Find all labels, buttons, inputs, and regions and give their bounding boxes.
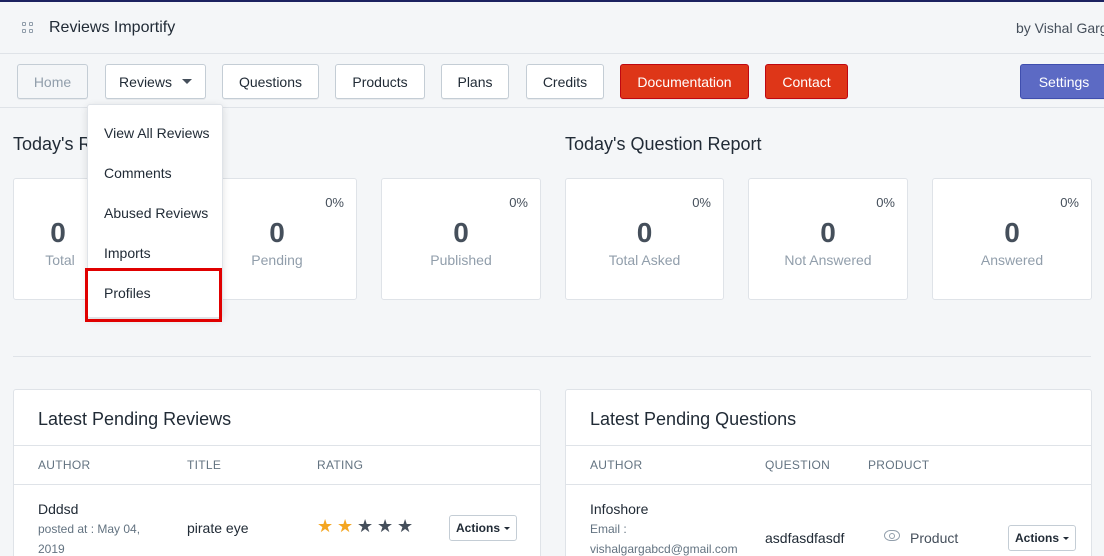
star-icon: ★: [317, 516, 334, 536]
settings-button[interactable]: Settings: [1020, 64, 1104, 99]
menu-item-imports[interactable]: Imports: [104, 245, 151, 261]
stat-value: 0: [453, 217, 469, 248]
documentation-button[interactable]: Documentation: [620, 64, 749, 99]
apps-grid-icon[interactable]: [22, 22, 34, 34]
question-author: Infoshore: [590, 501, 649, 517]
reviews-menu-button[interactable]: Reviews: [105, 64, 206, 99]
question-report-title: Today's Question Report: [565, 134, 762, 154]
main-nav: Home Reviews Questions Products Plans Cr…: [0, 54, 1104, 108]
plans-button[interactable]: Plans: [441, 64, 509, 99]
caret-down-icon: [1063, 536, 1069, 540]
stat-percent: 0%: [876, 195, 895, 210]
stat-card-answered: 0% 0 Answered: [932, 178, 1092, 300]
pending-reviews-panel: Latest Pending Reviews AUTHOR TITLE RATI…: [13, 389, 541, 556]
question-email: vishalgargabcd@gmail.com: [590, 542, 738, 556]
credits-button[interactable]: Credits: [526, 64, 604, 99]
eye-icon[interactable]: [884, 530, 900, 541]
stat-card-published-reviews: 0% 0 Published: [381, 178, 541, 300]
caret-down-icon: [504, 526, 510, 530]
star-icon: ★: [377, 516, 394, 536]
questions-button[interactable]: Questions: [222, 64, 319, 99]
section-divider: [13, 356, 1091, 357]
star-icon: ★: [357, 516, 374, 536]
app-byline: by Vishal Garg: [1016, 20, 1104, 36]
stat-value: 0: [636, 217, 653, 248]
caret-down-icon: [181, 79, 192, 84]
panel-divider: [566, 484, 1091, 485]
profiles-highlight-box: [85, 268, 222, 322]
app-header: Reviews Importify by Vishal Garg: [0, 2, 1104, 54]
stat-value: 0: [1004, 217, 1020, 248]
stat-card-not-answered: 0% 0 Not Answered: [748, 178, 908, 300]
panel-divider: [14, 445, 540, 446]
app-title: Reviews Importify: [49, 19, 176, 36]
column-header-author[interactable]: AUTHOR: [38, 458, 90, 472]
review-author: Dddsd: [38, 501, 79, 517]
stat-label: Not Answered: [784, 252, 872, 268]
pending-reviews-title: Latest Pending Reviews: [38, 409, 232, 429]
review-title[interactable]: pirate eye: [187, 520, 248, 536]
column-header-product[interactable]: PRODUCT: [868, 458, 929, 472]
question-product-link[interactable]: Product: [910, 530, 958, 546]
stat-label: Total Asked: [608, 252, 681, 268]
menu-item-comments[interactable]: Comments: [104, 165, 172, 181]
question-text[interactable]: asdfasdfasdf: [765, 530, 844, 546]
review-actions-button[interactable]: Actions: [449, 515, 517, 541]
menu-item-abused-reviews[interactable]: Abused Reviews: [104, 205, 208, 221]
star-icon: ★: [337, 516, 354, 536]
stat-label: Published: [430, 252, 492, 268]
question-email-label: Email :: [590, 522, 627, 536]
star-icon: ★: [397, 516, 414, 536]
menu-item-view-all-reviews[interactable]: View All Reviews: [104, 125, 210, 141]
question-actions-button[interactable]: Actions: [1008, 525, 1076, 551]
column-header-author[interactable]: AUTHOR: [590, 458, 642, 472]
contact-button[interactable]: Contact: [765, 64, 848, 99]
products-button[interactable]: Products: [335, 64, 425, 99]
actions-label: Actions: [455, 521, 500, 535]
stat-value: 0: [820, 217, 836, 248]
pending-questions-title: Latest Pending Questions: [590, 409, 797, 429]
panel-divider: [566, 445, 1091, 446]
actions-label: Actions: [1014, 531, 1059, 545]
reviews-menu-label: Reviews: [119, 73, 172, 90]
home-button[interactable]: Home: [17, 64, 88, 99]
stat-percent: 0%: [325, 195, 344, 210]
column-header-rating[interactable]: RATING: [317, 458, 363, 472]
review-posted-year: 2019: [38, 542, 65, 556]
column-header-title[interactable]: TITLE: [187, 458, 221, 472]
review-posted-at: posted at : May 04,: [38, 522, 141, 536]
stat-percent: 0%: [692, 195, 711, 210]
stat-label: Answered: [980, 252, 1044, 268]
stat-card-total-asked: 0% 0 Total Asked: [565, 178, 724, 300]
stat-percent: 0%: [1060, 195, 1079, 210]
stat-percent: 0%: [509, 195, 528, 210]
column-header-question[interactable]: QUESTION: [765, 458, 830, 472]
panel-divider: [14, 484, 540, 485]
pending-questions-panel: Latest Pending Questions AUTHOR QUESTION…: [565, 389, 1092, 556]
